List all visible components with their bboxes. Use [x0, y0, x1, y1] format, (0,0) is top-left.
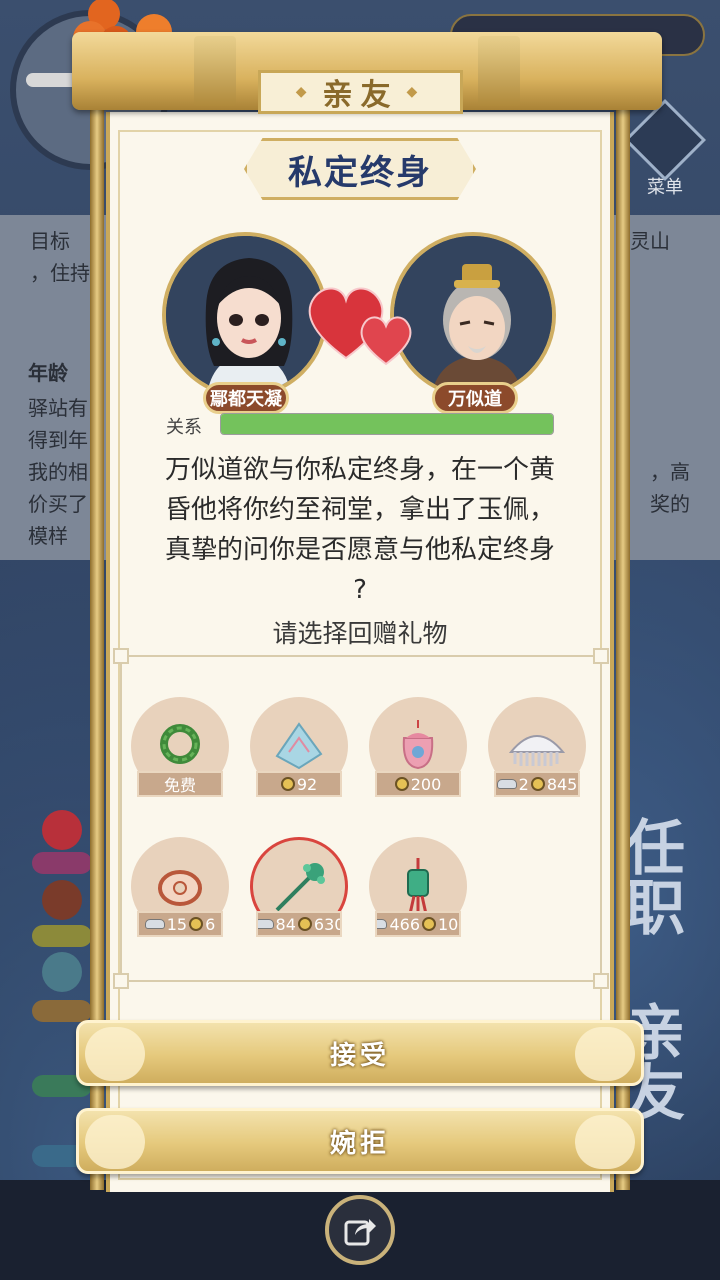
accept-button[interactable]: 接受 — [76, 1020, 644, 1086]
mirror-icon — [42, 952, 82, 992]
button-ornament — [575, 1027, 635, 1081]
silver-amount: 2 — [518, 774, 529, 794]
bg-text: ，住持 — [30, 261, 90, 285]
dialog-tab-title: ◆ 亲友 ◆ — [258, 70, 463, 114]
bg-text: 目标 — [30, 229, 70, 253]
gift-price: 免费 — [137, 771, 223, 797]
gift-item-wreath[interactable]: 免费 — [130, 697, 230, 805]
pot-icon — [42, 880, 82, 920]
event-story: 万似道欲与你私定终身，在一个黄 昏他将你约至祠堂，拿出了玉佩， 真挚的问你是否愿… — [130, 450, 590, 610]
bg-text: 灵山 — [630, 229, 670, 253]
accept-label: 接受 — [329, 1040, 390, 1071]
flower-icon — [42, 810, 82, 850]
hairpin-icon — [275, 863, 325, 912]
gift-price: 92 — [256, 771, 342, 797]
bg-text: 奖的 — [650, 492, 690, 516]
story-line: 真挚的问你是否愿意与他私定终身 — [164, 535, 555, 565]
coin-icon — [189, 917, 204, 931]
character-name-right: 万似道 — [432, 382, 518, 414]
coin-amount: 103 — [438, 914, 459, 934]
coin-icon — [297, 917, 312, 931]
handkerchief-icon — [275, 722, 323, 770]
button-ornament — [575, 1115, 635, 1169]
rod-ornament — [478, 36, 520, 106]
bg-text: 年龄 — [28, 361, 68, 385]
gift-item-comb[interactable]: 2 845 — [487, 697, 587, 805]
price-text: 免费 — [163, 776, 196, 795]
gift-price: 15 6 — [137, 911, 223, 937]
relation-bar — [220, 413, 554, 435]
side-bar — [32, 925, 92, 947]
silver-amount: 466 — [389, 914, 420, 934]
box-corner — [113, 648, 129, 664]
coin-amount: 6 — [205, 914, 216, 934]
gift-item-jade-pendant[interactable]: 466 103 — [368, 837, 468, 945]
character-name-left: 鄢都天凝 — [203, 382, 289, 414]
gift-price: 466 103 — [375, 911, 461, 937]
jade-ornament-icon — [158, 870, 202, 906]
silver-ingot-icon — [377, 919, 388, 929]
gift-price: 84 630 — [256, 911, 342, 937]
box-corner — [113, 973, 129, 989]
bg-text: 驿站有 — [28, 396, 88, 420]
box-corner — [593, 973, 609, 989]
coin-amount: 630 — [313, 914, 342, 934]
menu-button[interactable]: 菜单 — [620, 98, 710, 200]
silver-ingot-icon — [496, 779, 517, 789]
ornament-dot: ◆ — [406, 84, 426, 100]
wreath-icon — [160, 724, 200, 764]
story-line: 昏他将你约至祠堂，拿出了玉佩， — [164, 495, 555, 525]
coin-icon — [280, 777, 295, 791]
coin-icon — [422, 917, 436, 931]
event-title: 私定终身 — [288, 152, 432, 193]
gift-item-sachet[interactable]: 200 — [368, 697, 468, 805]
coin-amount: 200 — [410, 774, 442, 794]
bg-text: ，高 — [650, 460, 690, 484]
relation-bar-fill — [221, 414, 553, 434]
bg-text: 价买了 — [28, 492, 88, 516]
share-icon — [344, 1219, 376, 1246]
story-line: ? — [353, 575, 367, 605]
coin-amount: 845 — [546, 774, 578, 794]
coin-icon — [394, 777, 409, 791]
side-bar — [32, 852, 92, 874]
side-bar — [32, 1000, 92, 1022]
hearts-icon — [308, 287, 412, 366]
coin-icon — [530, 777, 545, 791]
menu-icon — [623, 98, 707, 182]
bg-big-char: 职 — [625, 874, 685, 944]
gift-item-handkerchief[interactable]: 92 — [249, 697, 349, 805]
sachet-icon — [402, 720, 434, 770]
gift-prompt: 请选择回赠礼物 — [272, 619, 448, 648]
comb-icon — [508, 735, 566, 766]
decline-button[interactable]: 婉拒 — [76, 1108, 644, 1174]
gift-price: 200 — [375, 771, 461, 797]
story-line: 万似道欲与你私定终身，在一个黄 — [164, 455, 555, 485]
bg-text: 模样 — [28, 524, 68, 548]
rod-ornament — [194, 36, 236, 106]
silver-ingot-icon — [258, 919, 274, 929]
ornament-dot: ◆ — [295, 84, 315, 100]
bg-text: 我的相 — [28, 460, 88, 484]
share-button[interactable] — [325, 1195, 395, 1265]
box-corner — [593, 648, 609, 664]
event-title-banner: 私定终身 — [244, 138, 476, 200]
gift-price: 2 845 — [494, 771, 580, 797]
gift-item-hairpin[interactable]: 84 630 — [249, 837, 349, 945]
silver-amount: 15 — [166, 914, 188, 934]
bg-text: 得到年 — [28, 428, 88, 452]
tab-title-text: 亲友 — [322, 78, 399, 113]
button-ornament — [85, 1115, 145, 1169]
relation-label: 关系 — [166, 417, 202, 438]
jade-pendant-icon — [407, 858, 429, 916]
button-ornament — [85, 1027, 145, 1081]
decline-label: 婉拒 — [329, 1128, 390, 1159]
silver-ingot-icon — [144, 919, 165, 929]
coin-amount: 92 — [296, 774, 318, 794]
gift-item-jade-ornament[interactable]: 15 6 — [130, 837, 230, 945]
silver-amount: 84 — [275, 914, 296, 934]
